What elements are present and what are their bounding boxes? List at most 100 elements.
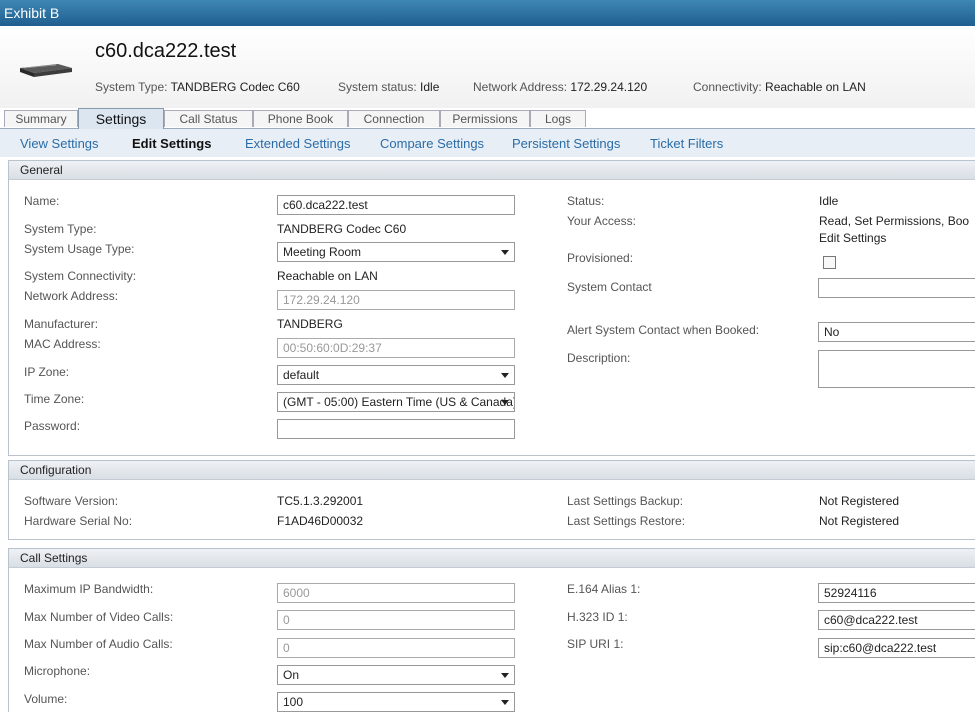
e164-alias-label: E.164 Alias 1: bbox=[567, 582, 641, 596]
tab-permissions[interactable]: Permissions bbox=[440, 110, 530, 127]
tab-phone-book[interactable]: Phone Book bbox=[253, 110, 348, 127]
volume-value: 100 bbox=[283, 695, 304, 709]
microphone-select[interactable]: On bbox=[277, 665, 515, 685]
connectivity-value: Reachable on LAN bbox=[765, 80, 866, 94]
connectivity-info: Connectivity: Reachable on LAN bbox=[693, 80, 866, 94]
usage-type-value: Meeting Room bbox=[283, 245, 362, 259]
settings-subnav: View Settings Edit Settings Extended Set… bbox=[0, 129, 975, 157]
tab-call-status[interactable]: Call Status bbox=[164, 110, 253, 127]
exhibit-title-bar: Exhibit B bbox=[0, 0, 975, 26]
sip-uri-label: SIP URI 1: bbox=[567, 637, 624, 651]
connectivity-value: Reachable on LAN bbox=[277, 269, 378, 283]
system-contact-input[interactable] bbox=[818, 278, 975, 298]
call-settings-panel-heading: Call Settings bbox=[9, 549, 975, 568]
your-access-value: Read, Set Permissions, Boo bbox=[819, 214, 970, 228]
chevron-down-icon bbox=[501, 673, 509, 678]
manufacturer-label: Manufacturer: bbox=[24, 317, 99, 331]
software-version-value: TC5.1.3.292001 bbox=[277, 494, 364, 508]
time-zone-value: (GMT - 05:00) Eastern Time (US & Canada) bbox=[283, 395, 515, 409]
h323-id-label: H.323 ID 1: bbox=[567, 610, 628, 624]
status-value: Idle bbox=[819, 194, 839, 208]
software-version-label: Software Version: bbox=[24, 494, 119, 508]
network-address-label: Network Address: bbox=[24, 289, 119, 303]
password-label: Password: bbox=[24, 419, 81, 433]
subnav-view-settings[interactable]: View Settings bbox=[20, 136, 99, 151]
subnav-ticket-filters[interactable]: Ticket Filters bbox=[650, 136, 723, 151]
subnav-compare-settings[interactable]: Compare Settings bbox=[380, 136, 484, 151]
volume-label: Volume: bbox=[24, 692, 68, 706]
connectivity-label: Connectivity: bbox=[693, 80, 762, 94]
network-address-field: 172.29.24.120 bbox=[277, 290, 515, 310]
system-type-value: TANDBERG Codec C60 bbox=[277, 222, 407, 236]
network-address-value: 172.29.24.120 bbox=[570, 80, 648, 94]
usage-type-label: System Usage Type: bbox=[24, 242, 135, 256]
chevron-down-icon bbox=[501, 700, 509, 705]
time-zone-label: Time Zone: bbox=[24, 392, 85, 406]
system-type-value: TANDBERG Codec C60 bbox=[170, 80, 300, 94]
chevron-down-icon bbox=[501, 373, 509, 378]
system-status-label: System status: bbox=[338, 80, 417, 94]
system-type-label: System Type: bbox=[24, 222, 97, 236]
tab-logs[interactable]: Logs bbox=[530, 110, 586, 127]
system-type-label: System Type: bbox=[95, 80, 168, 94]
network-address-label: Network Address: bbox=[473, 80, 568, 94]
provisioned-checkbox[interactable] bbox=[823, 256, 836, 269]
chevron-down-icon bbox=[501, 400, 509, 405]
configuration-panel: Configuration Software Version: TC5.1.3.… bbox=[8, 460, 975, 540]
system-status-info: System status: Idle bbox=[338, 80, 439, 94]
system-contact-label: System Contact bbox=[567, 280, 652, 294]
name-input[interactable] bbox=[277, 195, 515, 215]
e164-alias-input[interactable] bbox=[818, 583, 975, 603]
name-label: Name: bbox=[24, 194, 60, 208]
manufacturer-value: TANDBERG bbox=[277, 317, 343, 331]
system-status-value: Idle bbox=[420, 80, 440, 94]
your-access-label: Your Access: bbox=[567, 214, 636, 228]
last-backup-label: Last Settings Backup: bbox=[567, 494, 684, 508]
general-panel-heading: General bbox=[9, 161, 975, 180]
provisioned-label: Provisioned: bbox=[567, 251, 634, 265]
call-settings-panel: Call Settings Maximum IP Bandwidth: 6000… bbox=[8, 548, 975, 712]
ip-zone-label: IP Zone: bbox=[24, 365, 70, 379]
tab-settings[interactable]: Settings bbox=[78, 108, 164, 129]
subnav-edit-settings[interactable]: Edit Settings bbox=[132, 136, 211, 151]
description-label: Description: bbox=[567, 351, 631, 365]
hardware-serial-label: Hardware Serial No: bbox=[24, 514, 133, 528]
chevron-down-icon bbox=[501, 250, 509, 255]
max-audio-calls-label: Max Number of Audio Calls: bbox=[24, 637, 173, 651]
connectivity-label: System Connectivity: bbox=[24, 269, 137, 283]
time-zone-select[interactable]: (GMT - 05:00) Eastern Time (US & Canada) bbox=[277, 392, 515, 412]
max-video-calls-label: Max Number of Video Calls: bbox=[24, 610, 174, 624]
last-restore-label: Last Settings Restore: bbox=[567, 514, 686, 528]
description-textarea[interactable] bbox=[818, 350, 975, 388]
password-input[interactable] bbox=[277, 419, 515, 439]
microphone-label: Microphone: bbox=[24, 664, 91, 678]
max-bandwidth-field: 6000 bbox=[277, 583, 515, 603]
microphone-value: On bbox=[283, 668, 300, 682]
h323-id-input[interactable] bbox=[818, 610, 975, 630]
sip-uri-input[interactable] bbox=[818, 638, 975, 658]
system-type-info: System Type: TANDBERG Codec C60 bbox=[95, 80, 300, 94]
your-access-value-line2: Edit Settings bbox=[819, 231, 887, 245]
alert-contact-value: No bbox=[824, 325, 840, 339]
volume-select[interactable]: 100 bbox=[277, 692, 515, 712]
codec-device-icon bbox=[20, 64, 72, 77]
tab-connection[interactable]: Connection bbox=[348, 110, 440, 127]
general-panel: General Name: System Type: TANDBERG Code… bbox=[8, 160, 975, 456]
alert-contact-label: Alert System Contact when Booked: bbox=[567, 323, 760, 337]
tab-summary[interactable]: Summary bbox=[4, 110, 78, 127]
last-restore-value: Not Registered bbox=[819, 514, 900, 528]
mac-address-label: MAC Address: bbox=[24, 337, 101, 351]
usage-type-select[interactable]: Meeting Room bbox=[277, 242, 515, 262]
ip-zone-select[interactable]: default bbox=[277, 365, 515, 385]
alert-contact-select[interactable]: No bbox=[818, 322, 975, 342]
network-address-info: Network Address: 172.29.24.120 bbox=[473, 80, 647, 94]
last-backup-value: Not Registered bbox=[819, 494, 900, 508]
main-tabs: Summary Settings Call Status Phone Book … bbox=[0, 108, 975, 129]
max-audio-calls-field: 0 bbox=[277, 638, 515, 658]
status-label: Status: bbox=[567, 194, 605, 208]
system-header: c60.dca222.test System Type: TANDBERG Co… bbox=[0, 26, 975, 108]
subnav-extended-settings[interactable]: Extended Settings bbox=[245, 136, 351, 151]
max-video-calls-field: 0 bbox=[277, 610, 515, 630]
ip-zone-value: default bbox=[283, 368, 320, 382]
subnav-persistent-settings[interactable]: Persistent Settings bbox=[512, 136, 620, 151]
